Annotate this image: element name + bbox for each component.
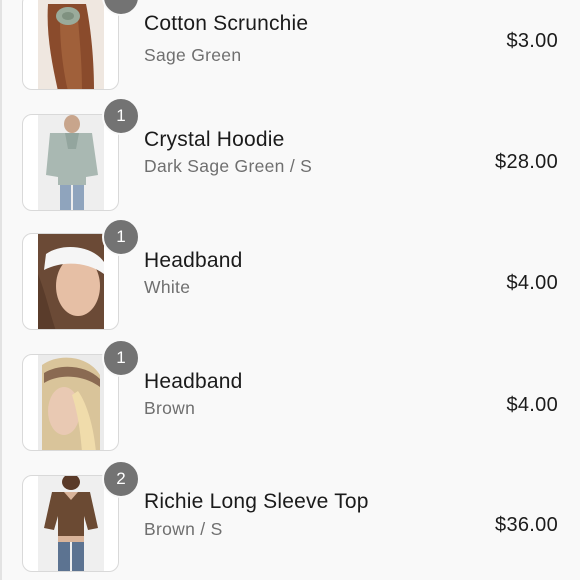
quantity-badge: 1 xyxy=(102,339,140,377)
product-variant: Brown xyxy=(144,398,196,418)
product-name: Richie Long Sleeve Top xyxy=(144,490,369,513)
product-price: $3.00 xyxy=(506,30,558,52)
quantity-badge: 1 xyxy=(102,218,140,256)
scrunchie-photo-icon xyxy=(38,0,104,89)
hoodie-photo-icon xyxy=(38,115,104,210)
product-name: Headband xyxy=(144,249,243,272)
product-thumbnail xyxy=(22,0,119,90)
quantity-badge: 1 xyxy=(102,97,140,135)
list-item-crystal-hoodie[interactable]: Crystal Hoodie Dark Sage Green / S $28.0… xyxy=(0,90,580,211)
list-item-headband-brown[interactable]: Headband Brown $4.00 xyxy=(0,332,580,453)
product-thumbnail xyxy=(22,114,119,211)
top-photo-icon xyxy=(38,476,104,571)
list-item-headband-white[interactable]: Headband White $4.00 xyxy=(0,211,580,332)
product-variant: White xyxy=(144,277,191,297)
product-price: $4.00 xyxy=(506,394,558,416)
headband-photo-icon xyxy=(38,234,104,329)
headband-photo-icon xyxy=(38,355,104,450)
product-name: Cotton Scrunchie xyxy=(144,12,309,35)
product-variant: Sage Green xyxy=(144,45,242,65)
quantity-badge: 2 xyxy=(102,460,140,498)
list-item-cotton-scrunchie[interactable]: Cotton Scrunchie Sage Green $3.00 xyxy=(0,0,580,90)
product-variant: Dark Sage Green / S xyxy=(144,156,313,176)
product-name: Headband xyxy=(144,370,243,393)
product-price: $28.00 xyxy=(495,151,558,173)
product-price: $4.00 xyxy=(506,272,558,294)
product-price: $36.00 xyxy=(495,514,558,536)
product-name: Crystal Hoodie xyxy=(144,128,285,151)
list-item-richie-long-sleeve-top[interactable]: Richie Long Sleeve Top Brown / S $36.00 xyxy=(0,453,580,574)
product-variant: Brown / S xyxy=(144,519,223,539)
